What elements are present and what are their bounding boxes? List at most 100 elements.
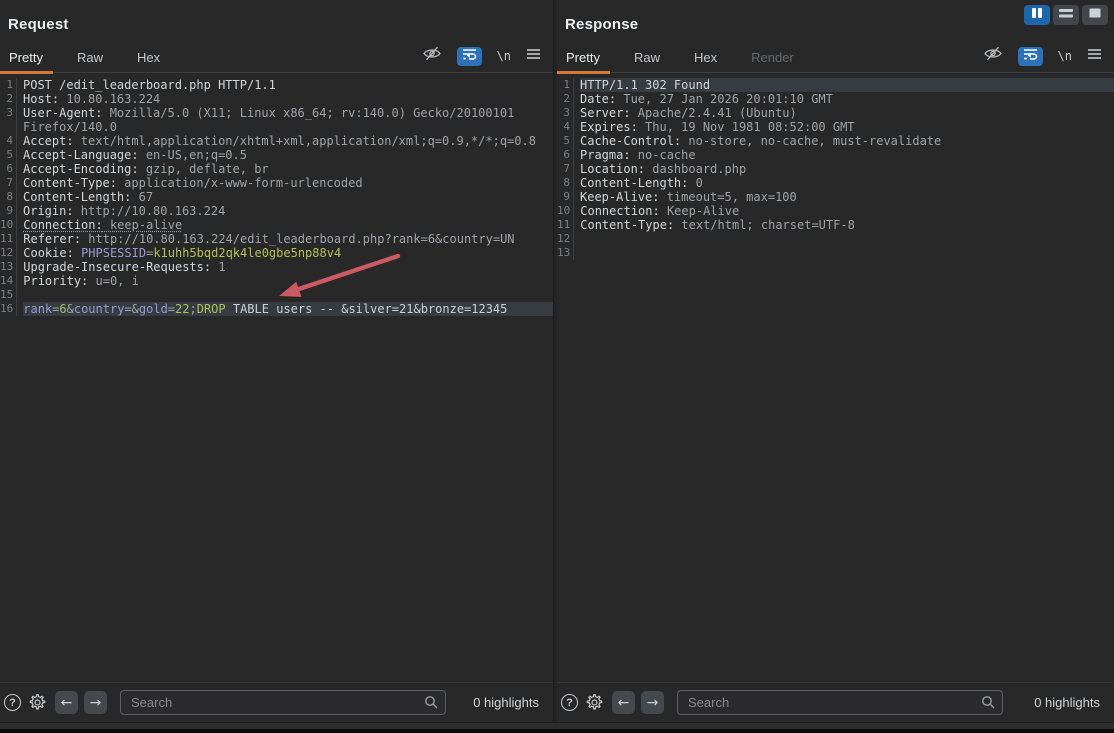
eye-slash-icon[interactable] (983, 46, 1003, 66)
code-line[interactable]: Accept-Language: en-US,en;q=0.5 (23, 148, 553, 162)
editor-line[interactable]: 6Accept-Encoding: gzip, deflate, br (0, 162, 553, 176)
soft-wrap-button[interactable] (1018, 47, 1043, 66)
code-line[interactable]: Pragma: no-cache (580, 148, 1114, 162)
editor-line[interactable]: 12 (557, 232, 1114, 246)
layout-single-button[interactable] (1082, 5, 1108, 25)
line-number: 10 (557, 204, 574, 218)
editor-line[interactable]: 13 (557, 246, 1114, 260)
editor-line[interactable]: 16rank=6&country=&gold=22;DROP TABLE use… (0, 302, 553, 316)
gear-icon[interactable] (585, 693, 604, 712)
editor-menu-icon[interactable] (1087, 47, 1102, 65)
request-search-input[interactable] (120, 690, 446, 715)
layout-columns-button[interactable] (1024, 5, 1050, 25)
code-line[interactable]: Keep-Alive: timeout=5, max=100 (580, 190, 1114, 204)
code-line[interactable]: rank=6&country=&gold=22;DROP TABLE users… (23, 302, 553, 316)
code-line[interactable] (580, 232, 1114, 246)
code-line[interactable]: Server: Apache/2.4.41 (Ubuntu) (580, 106, 1114, 120)
code-line[interactable]: Cookie: PHPSESSID=k1uhh5bqd2qk4le0gbe5np… (23, 246, 553, 260)
code-line[interactable]: Expires: Thu, 19 Nov 1981 08:52:00 GMT (580, 120, 1114, 134)
editor-line[interactable]: 3User-Agent: Mozilla/5.0 (X11; Linux x86… (0, 106, 553, 120)
search-prev-button[interactable]: ← (55, 691, 78, 714)
eye-slash-icon[interactable] (422, 46, 442, 66)
help-icon[interactable]: ? (561, 694, 578, 711)
search-next-button[interactable]: → (641, 691, 664, 714)
code-line[interactable]: Cache-Control: no-store, no-cache, must-… (580, 134, 1114, 148)
editor-line[interactable]: Firefox/140.0 (0, 120, 553, 134)
search-next-button[interactable]: → (84, 691, 107, 714)
editor-line[interactable]: 5Cache-Control: no-store, no-cache, must… (557, 134, 1114, 148)
editor-line[interactable]: 8Content-Length: 0 (557, 176, 1114, 190)
search-prev-button[interactable]: ← (612, 691, 635, 714)
code-line[interactable] (23, 288, 553, 302)
help-icon[interactable]: ? (4, 694, 21, 711)
line-number: 4 (557, 120, 574, 134)
editor-line[interactable]: 10Connection: keep-alive (0, 218, 553, 232)
http-message-viewer: Request Pretty Raw Hex (0, 0, 1114, 733)
code-line[interactable]: Date: Tue, 27 Jan 2026 20:01:10 GMT (580, 92, 1114, 106)
code-line[interactable]: Content-Length: 67 (23, 190, 553, 204)
code-token: 6 (59, 302, 66, 316)
code-line[interactable]: Accept-Encoding: gzip, deflate, br (23, 162, 553, 176)
code-line[interactable]: Upgrade-Insecure-Requests: 1 (23, 260, 553, 274)
request-tab-hex[interactable]: Hex (127, 45, 170, 72)
editor-line[interactable]: 15 (0, 288, 553, 302)
code-line[interactable]: Location: dashboard.php (580, 162, 1114, 176)
editor-line[interactable]: 9Keep-Alive: timeout=5, max=100 (557, 190, 1114, 204)
layout-rows-button[interactable] (1053, 5, 1079, 25)
request-tab-pretty[interactable]: Pretty (0, 45, 53, 72)
editor-line[interactable]: 8Content-Length: 67 (0, 190, 553, 204)
line-number: 7 (557, 162, 574, 176)
request-tab-raw[interactable]: Raw (67, 45, 113, 72)
code-line[interactable] (580, 246, 1114, 260)
code-line[interactable]: Accept: text/html,application/xhtml+xml,… (23, 134, 553, 148)
soft-wrap-button[interactable] (457, 47, 482, 66)
code-token: en-US,en;q=0.5 (139, 148, 247, 162)
code-line[interactable]: Connection: Keep-Alive (580, 204, 1114, 218)
editor-line[interactable]: 11Content-Type: text/html; charset=UTF-8 (557, 218, 1114, 232)
editor-line[interactable]: 3Server: Apache/2.4.41 (Ubuntu) (557, 106, 1114, 120)
editor-line[interactable]: 1POST /edit_leaderboard.php HTTP/1.1 (0, 78, 553, 92)
editor-line[interactable]: 11Referer: http://10.80.163.224/edit_lea… (0, 232, 553, 246)
editor-line[interactable]: 2Date: Tue, 27 Jan 2026 20:01:10 GMT (557, 92, 1114, 106)
newline-toggle[interactable]: \n (1058, 49, 1072, 63)
code-line[interactable]: Connection: keep-alive (23, 218, 553, 232)
newline-toggle[interactable]: \n (497, 49, 511, 63)
code-line[interactable]: Content-Length: 0 (580, 176, 1114, 190)
editor-line[interactable]: 14Priority: u=0, i (0, 274, 553, 288)
code-token: Content-Length: (580, 176, 688, 190)
code-line[interactable]: Content-Type: application/x-www-form-url… (23, 176, 553, 190)
code-line[interactable]: Priority: u=0, i (23, 274, 553, 288)
editor-line[interactable]: 6Pragma: no-cache (557, 148, 1114, 162)
response-search-input[interactable] (677, 690, 1003, 715)
code-line[interactable]: POST /edit_leaderboard.php HTTP/1.1 (23, 78, 553, 92)
editor-line[interactable]: 7Content-Type: application/x-www-form-ur… (0, 176, 553, 190)
request-editor[interactable]: 1POST /edit_leaderboard.php HTTP/1.12Hos… (0, 73, 553, 682)
request-panel: Request Pretty Raw Hex (0, 0, 553, 722)
code-line[interactable]: Firefox/140.0 (23, 120, 553, 134)
code-token: Host: (23, 92, 59, 106)
code-line[interactable]: User-Agent: Mozilla/5.0 (X11; Linux x86_… (23, 106, 553, 120)
editor-line[interactable]: 10 Connection: Keep-Alive (557, 204, 1114, 218)
editor-line[interactable]: 13Upgrade-Insecure-Requests: 1 (0, 260, 553, 274)
response-editor[interactable]: 1HTTP/1.1 302 Found2Date: Tue, 27 Jan 20… (557, 73, 1114, 682)
editor-menu-icon[interactable] (526, 47, 541, 65)
gear-icon[interactable] (28, 693, 47, 712)
editor-line[interactable]: 9Origin: http://10.80.163.224 (0, 204, 553, 218)
editor-line[interactable]: 1HTTP/1.1 302 Found (557, 78, 1114, 92)
response-tab-pretty[interactable]: Pretty (557, 45, 610, 72)
code-line[interactable]: Content-Type: text/html; charset=UTF-8 (580, 218, 1114, 232)
code-line[interactable]: Referer: http://10.80.163.224/edit_leade… (23, 232, 553, 246)
response-tab-raw[interactable]: Raw (624, 45, 670, 72)
soft-wrap-icon (462, 47, 477, 65)
editor-line[interactable]: 12Cookie: PHPSESSID=k1uhh5bqd2qk4le0gbe5… (0, 246, 553, 260)
code-token: Origin: (23, 204, 74, 218)
code-line[interactable]: Origin: http://10.80.163.224 (23, 204, 553, 218)
editor-line[interactable]: 5Accept-Language: en-US,en;q=0.5 (0, 148, 553, 162)
editor-line[interactable]: 4 Expires: Thu, 19 Nov 1981 08:52:00 GMT (557, 120, 1114, 134)
editor-line[interactable]: 4Accept: text/html,application/xhtml+xml… (0, 134, 553, 148)
code-line[interactable]: Host: 10.80.163.224 (23, 92, 553, 106)
editor-line[interactable]: 7 Location: dashboard.php (557, 162, 1114, 176)
response-tab-hex[interactable]: Hex (684, 45, 727, 72)
code-line[interactable]: HTTP/1.1 302 Found (580, 78, 1114, 92)
editor-line[interactable]: 2Host: 10.80.163.224 (0, 92, 553, 106)
